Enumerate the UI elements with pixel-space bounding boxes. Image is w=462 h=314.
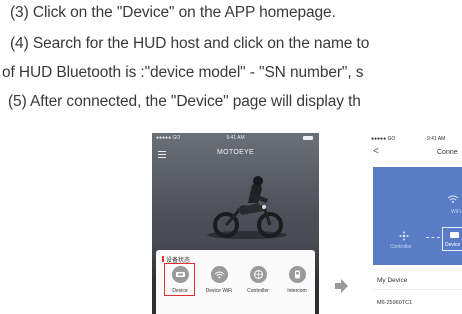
motorcycle-rider-image xyxy=(207,176,287,239)
device-wifi-label: Device WiFi xyxy=(205,288,233,294)
status-time: 9:41 AM xyxy=(427,136,446,142)
connection-line xyxy=(426,237,440,239)
device-icon xyxy=(450,232,459,238)
device-label: Device xyxy=(445,242,461,248)
step-3-text: (3) Click on the "Device" on the APP hom… xyxy=(10,4,336,21)
step-5-text: (5) After connected, the "Device" page w… xyxy=(8,93,361,110)
step-4-text: (4) Search for the HUD host and click on… xyxy=(10,35,370,52)
my-device-heading: My Device xyxy=(377,277,408,284)
device-highlight-box xyxy=(164,263,195,296)
controller-button[interactable]: Controller xyxy=(241,266,275,294)
wifi-icon xyxy=(447,195,459,203)
divider xyxy=(373,289,462,290)
intercom-icon xyxy=(288,266,306,283)
app-homepage-screenshot: ●●●●● GO 9:41 AM MOTOEYE 设备状态 Device Dev… xyxy=(152,133,319,314)
wifi-label: WiFi xyxy=(451,209,461,215)
device-sn[interactable]: M6-25960TC1 xyxy=(377,300,412,306)
battery-icon xyxy=(303,136,313,140)
wifi-icon xyxy=(210,266,228,283)
page-title: Conne xyxy=(437,149,458,156)
back-button[interactable]: < xyxy=(373,146,379,157)
controller-icon xyxy=(249,266,267,283)
device-wifi-button[interactable]: Device WiFi xyxy=(202,266,236,294)
step-4-continued-text: of HUD Bluetooth is :"device model" - "S… xyxy=(2,64,364,81)
right-arrow-icon xyxy=(335,279,348,293)
status-bar-carrier: ●●●●● GO xyxy=(371,136,396,142)
intercom-label: Intercom xyxy=(287,288,307,294)
intercom-button[interactable]: Intercom xyxy=(280,266,314,294)
app-title: MOTOEYE xyxy=(217,149,254,156)
status-time: 9:41 AM xyxy=(226,135,245,141)
controller-icon xyxy=(399,231,409,241)
connection-panel: WiFi Controller Device xyxy=(373,167,462,265)
controller-label: Controller xyxy=(247,288,269,294)
device-node[interactable]: Device xyxy=(442,227,462,251)
connection-page-screenshot: ●●●●● GO 9:41 AM < Conne WiFi Controller… xyxy=(367,133,462,314)
status-bar: ●●●●● GO 9:41 AM xyxy=(156,135,315,143)
device-status-card: 设备状态 Device Device WiFi Controller Inter… xyxy=(156,250,315,314)
controller-label: Controller xyxy=(390,244,412,250)
